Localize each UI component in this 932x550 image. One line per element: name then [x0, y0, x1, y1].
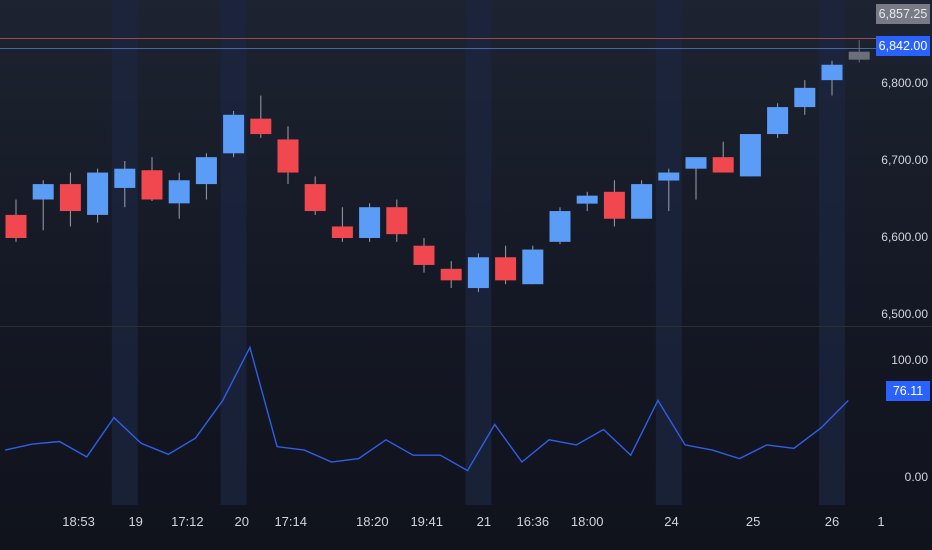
session-highlight-1	[220, 0, 247, 505]
candle-body-2	[59, 184, 81, 212]
candle-body-7	[195, 157, 217, 185]
candle-body-0	[5, 214, 27, 238]
session-highlight-2	[465, 0, 492, 505]
candle-body-17	[467, 257, 489, 289]
indicator-tick-100: 100.00	[891, 353, 928, 367]
candle-body-30	[821, 64, 843, 81]
time-label-3: 20	[234, 514, 249, 529]
candle-body-22	[603, 191, 625, 219]
last-price-tag: 6,857.25	[876, 4, 930, 24]
candle-body-10	[277, 139, 299, 173]
candle-body-28	[767, 107, 789, 135]
candle-body-19	[522, 249, 544, 285]
price-tick-6600: 6,600.00	[881, 230, 928, 244]
indicator-value-tag: 76.11	[886, 381, 930, 401]
price-tick-6800: 6,800.00	[881, 76, 928, 90]
candle-body-15	[413, 245, 435, 265]
time-label-10: 24	[664, 514, 679, 529]
current-price-tag: 6,842.00	[876, 36, 930, 56]
pane-divider	[0, 326, 932, 327]
candle-body-18	[495, 257, 517, 281]
candle-body-27	[739, 134, 761, 177]
candle-body-29	[794, 87, 816, 108]
price-tick-6700: 6,700.00	[881, 153, 928, 167]
time-label-2: 17:12	[171, 514, 204, 529]
candle-body-13	[359, 207, 381, 238]
time-label-7: 21	[476, 514, 492, 529]
candle-body-6	[168, 180, 190, 204]
candle-body-21	[576, 195, 598, 204]
time-label-1: 19	[128, 514, 143, 529]
time-label-13: 1	[877, 514, 885, 529]
candle-body-25	[685, 157, 707, 169]
time-label-4: 17:14	[274, 514, 307, 529]
candle-body-23	[631, 184, 653, 219]
session-highlight-3	[655, 0, 682, 505]
candle-body-14	[386, 207, 408, 235]
candle-body-12	[331, 226, 353, 238]
candle-body-31	[848, 51, 870, 60]
price-tick-6500: 6,500.00	[881, 307, 928, 321]
candle-body-4	[114, 168, 136, 188]
time-label-11: 25	[745, 514, 761, 529]
candle-body-3	[87, 172, 109, 215]
time-label-0: 18:53	[62, 514, 95, 529]
candle-body-24	[658, 172, 680, 181]
session-highlight-0	[111, 0, 138, 505]
candle-body-11	[304, 184, 326, 212]
candle-body-9	[250, 118, 272, 135]
chart-app: { "chart_data": { "type": "candlestick",…	[0, 0, 932, 550]
candle-body-1	[32, 184, 54, 200]
indicator-tick-0: 0.00	[904, 470, 928, 484]
candle-body-8	[223, 114, 245, 154]
time-label-6: 19:41	[410, 514, 443, 529]
chart-canvas[interactable]	[0, 0, 932, 550]
candle-body-16	[440, 268, 462, 281]
candle-body-26	[712, 157, 734, 173]
candle-body-20	[549, 211, 571, 242]
time-label-9: 18:00	[570, 514, 604, 529]
time-label-12: 26	[824, 514, 840, 529]
time-label-8: 16:36	[516, 514, 550, 529]
candle-body-5	[141, 170, 163, 200]
time-label-5: 18:20	[356, 514, 389, 529]
